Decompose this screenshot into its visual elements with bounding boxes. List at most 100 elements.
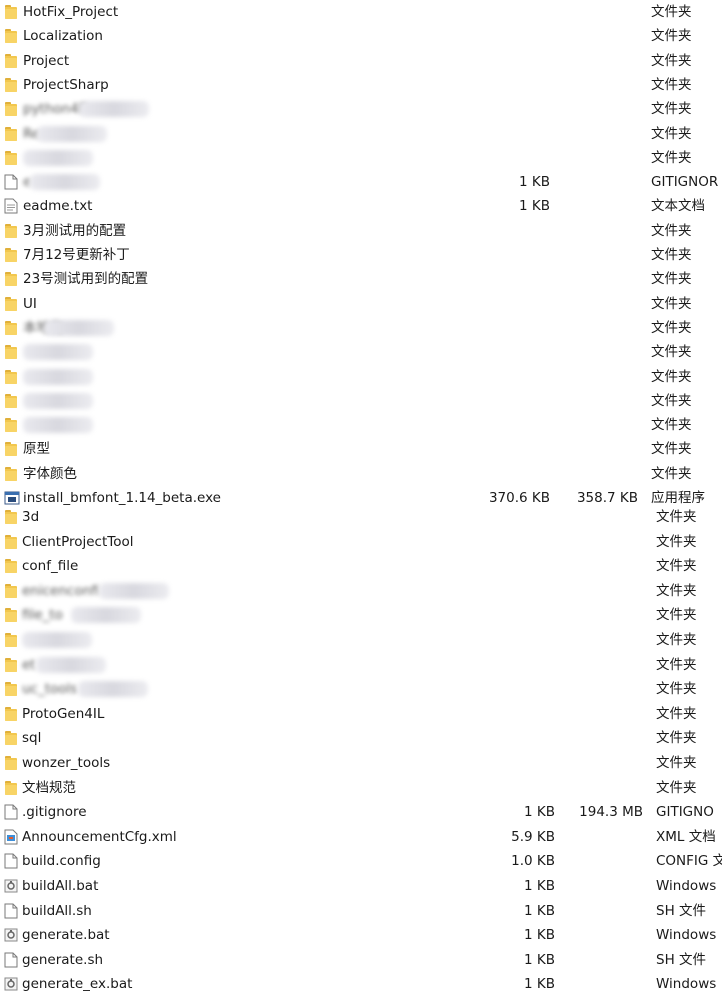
- file-row[interactable]: 文档规范 文件夹: [0, 776, 722, 800]
- file-icon: [4, 174, 18, 190]
- xml-file-icon: [4, 829, 18, 845]
- file-row[interactable]: UI 文件夹: [0, 292, 722, 316]
- file-type: 文件夹: [651, 101, 692, 118]
- file-name: enicenconfi: [22, 582, 100, 599]
- redacted-name: [23, 392, 93, 409]
- file-row[interactable]: AnnouncementCfg.xml 5.9 KB XML 文档: [0, 825, 722, 849]
- file-name: buildAll.sh: [22, 902, 92, 919]
- file-row[interactable]: ProtoGen4IL 文件夹: [0, 702, 722, 726]
- file-row[interactable]: enicenconfi 文件夹: [0, 579, 722, 603]
- file-row[interactable]: 原型 文件夹: [0, 437, 722, 461]
- folder-icon: [4, 558, 18, 574]
- file-row[interactable]: ProjectSharp 文件夹: [0, 73, 722, 97]
- file-row[interactable]: Project 文件夹: [0, 49, 722, 73]
- file-type: 文件夹: [656, 632, 697, 648]
- file-name: wonzer_tools: [22, 755, 111, 771]
- redacted-name: [30, 174, 100, 191]
- file-type: 文件夹: [651, 76, 692, 93]
- file-row[interactable]: 文件夹: [0, 340, 722, 364]
- file-type: 文件夹: [651, 149, 692, 166]
- redacted-name: [78, 681, 148, 698]
- folder-icon: [4, 393, 18, 409]
- file-name: 23号测试用到的配置: [23, 271, 149, 288]
- file-type: 文件夹: [656, 681, 697, 698]
- folder-icon: [4, 4, 18, 20]
- redacted-name: [99, 582, 169, 599]
- file-name: 3d: [22, 509, 40, 525]
- file-name: generate.bat: [22, 927, 110, 944]
- file-row[interactable]: 3月测试用的配置 文件夹: [0, 219, 722, 243]
- folder-icon: [4, 150, 18, 166]
- file-row[interactable]: 文件夹: [0, 389, 722, 413]
- file-row[interactable]: 字体颜色 文件夹: [0, 462, 722, 486]
- file-size: 1 KB: [524, 902, 555, 919]
- file-type: 文件夹: [651, 295, 692, 312]
- file-row[interactable]: generate_ex.bat 1 KB Windows: [0, 972, 722, 996]
- file-row[interactable]: 文件夹: [0, 413, 722, 437]
- file-row[interactable]: uc_tools 文件夹: [0, 677, 722, 701]
- file-type: 文件夹: [656, 755, 697, 771]
- file-type: XML 文档: [656, 828, 716, 845]
- file-row[interactable]: 文件夹: [0, 146, 722, 170]
- bat-file-icon: [4, 976, 18, 992]
- file-row[interactable]: eadme.txt 1 KB 文本文档: [0, 194, 722, 218]
- file-row[interactable]: python4P 文件夹: [0, 97, 722, 121]
- file-name: 原型: [23, 441, 50, 458]
- file-icon: [4, 903, 18, 919]
- file-row[interactable]: 文件夹: [0, 628, 722, 652]
- file-row[interactable]: 本地化文件夹: [0, 316, 722, 340]
- file-row[interactable]: et 文件夹: [0, 653, 722, 677]
- file-type: 文件夹: [651, 271, 692, 288]
- folder-icon: [4, 344, 18, 360]
- file-row[interactable]: 文件夹: [0, 365, 722, 389]
- folder-icon: [4, 466, 18, 482]
- file-row[interactable]: Localization 文件夹: [0, 24, 722, 48]
- file-icon: [4, 804, 18, 820]
- file-row[interactable]: 7月12号更新补丁 文件夹: [0, 243, 722, 267]
- file-type: SH 文件: [656, 951, 707, 968]
- file-row[interactable]: .gitignore 1 KB 194.3 MB GITIGNO: [0, 800, 722, 824]
- file-row[interactable]: ClientProjectTool 文件夹: [0, 530, 722, 554]
- file-row[interactable]: file_to 文件夹: [0, 603, 722, 627]
- folder-icon: [4, 28, 18, 44]
- file-name: 7月12号更新补丁: [23, 247, 130, 263]
- folder-icon: [4, 583, 18, 599]
- folder-icon: [4, 296, 18, 312]
- file-icon: [4, 952, 18, 968]
- file-name: ProtoGen4IL: [22, 705, 105, 722]
- file-type: 文件夹: [651, 28, 692, 45]
- file-type: 文件夹: [651, 441, 692, 458]
- file-row[interactable]: build.config 1.0 KB CONFIG 文: [0, 849, 722, 873]
- redacted-name: [79, 101, 149, 118]
- file-row[interactable]: buildAll.bat 1 KB Windows: [0, 874, 722, 898]
- file-row[interactable]: sql 文件夹: [0, 726, 722, 750]
- file-row[interactable]: 23号测试用到的配置 文件夹: [0, 267, 722, 291]
- file-name: AnnouncementCfg.xml: [22, 828, 177, 845]
- file-row[interactable]: e1 KB GITIGNOR: [0, 170, 722, 194]
- file-row[interactable]: generate.sh 1 KB SH 文件: [0, 948, 722, 972]
- file-row[interactable]: HotFix_Project 文件夹: [0, 0, 722, 24]
- redacted-name: [22, 632, 92, 648]
- file-row[interactable]: 3d 文件夹: [0, 505, 722, 529]
- file-type: GITIGNOR: [651, 174, 719, 191]
- file-type: 文件夹: [651, 368, 692, 385]
- file-type: 文件夹: [651, 465, 692, 482]
- folder-icon: [4, 706, 18, 722]
- file-row[interactable]: conf_file 文件夹: [0, 554, 722, 578]
- file-row[interactable]: generate.bat 1 KB Windows: [0, 923, 722, 947]
- text-file-icon: [4, 198, 18, 214]
- file-row[interactable]: buildAll.sh 1 KB SH 文件: [0, 899, 722, 923]
- file-name: build.config: [22, 853, 101, 870]
- file-type: 文件夹: [656, 607, 697, 624]
- folder-icon: [4, 632, 18, 648]
- file-size: 1 KB: [524, 804, 555, 821]
- file-row[interactable]: wonzer_tools 文件夹: [0, 751, 722, 775]
- file-size: 1 KB: [524, 976, 555, 993]
- file-name: ProjectSharp: [23, 76, 109, 93]
- file-name: buildAll.bat: [22, 878, 99, 894]
- exe-icon: [4, 490, 20, 506]
- file-type: Windows: [656, 927, 717, 944]
- folder-icon: [4, 126, 18, 142]
- bat-file-icon: [4, 878, 18, 894]
- file-row[interactable]: Re 文件夹: [0, 122, 722, 146]
